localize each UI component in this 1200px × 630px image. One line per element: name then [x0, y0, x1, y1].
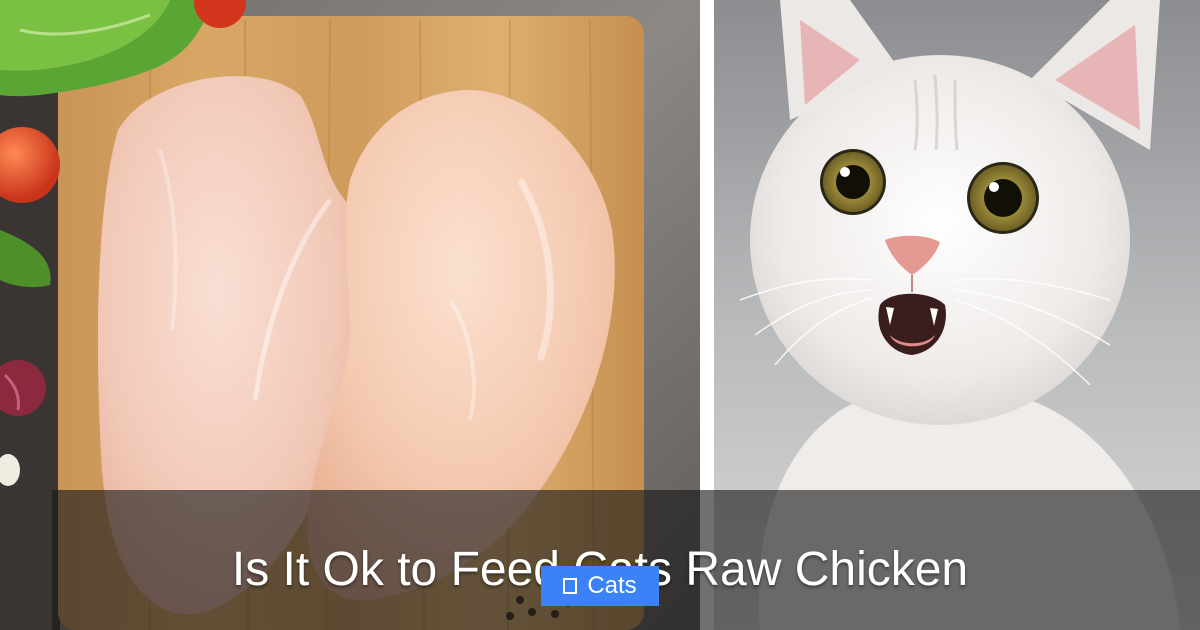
category-label: Cats [587, 572, 637, 599]
category-icon [563, 578, 578, 594]
category-badge[interactable]: Cats [541, 566, 659, 606]
